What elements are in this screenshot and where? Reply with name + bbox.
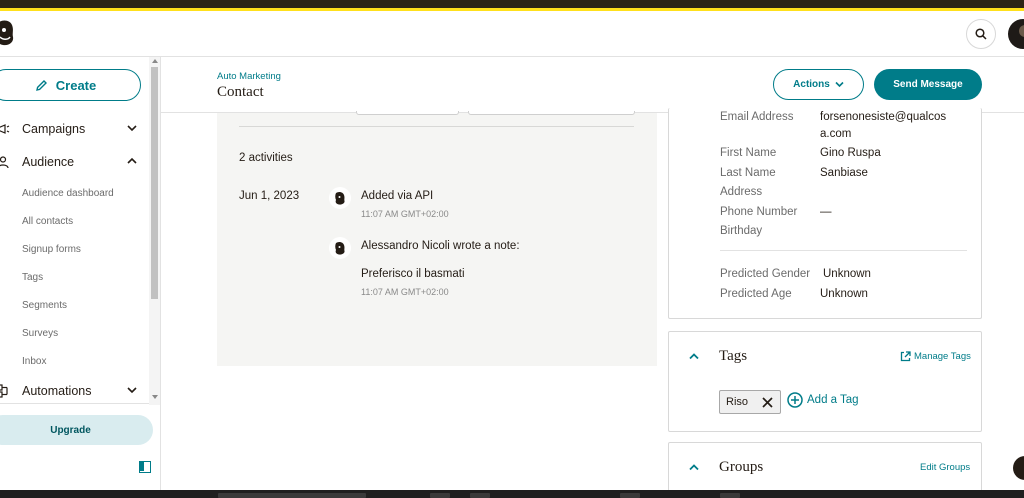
taskbar-app[interactable]: [720, 493, 740, 498]
collapse-sidebar-icon[interactable]: [139, 461, 151, 473]
sidebar-item-label: Audience: [22, 155, 75, 169]
field-label-first-name: First Name: [720, 147, 777, 159]
actions-label: Actions: [793, 79, 830, 90]
pencil-icon: [35, 79, 47, 91]
manage-tags-label: Manage Tags: [914, 351, 971, 362]
mailchimp-logo-icon[interactable]: [0, 19, 16, 47]
sidebar-item-automations[interactable]: Automations: [0, 380, 148, 402]
campaigns-icon: [0, 124, 10, 134]
browser-top-strip: [0, 0, 1024, 11]
upgrade-button[interactable]: Upgrade: [0, 415, 153, 445]
add-tag-button[interactable]: Add a Tag: [787, 392, 859, 408]
sidebar-subitem-tags[interactable]: Tags: [22, 272, 43, 283]
field-value-first-name: Gino Ruspa: [820, 147, 881, 159]
mailchimp-icon: [329, 187, 351, 209]
chevron-down-icon: [835, 81, 844, 88]
taskbar-app[interactable]: [430, 493, 450, 498]
activity-note: Preferisco il basmati: [361, 268, 465, 280]
activity-title: Added via API: [361, 190, 434, 202]
field-value-email-cont[interactable]: a.com: [820, 128, 851, 140]
groups-title: Groups: [719, 459, 764, 475]
plus-circle-icon: [787, 392, 803, 408]
profile-card: Email Address forsenonesiste@qualcos a.c…: [668, 108, 982, 319]
search-activity-field[interactable]: [468, 111, 635, 115]
sidebar-item-label: Automations: [22, 384, 92, 398]
send-message-button[interactable]: Send Message: [874, 69, 982, 100]
sidebar-subitem-all-contacts[interactable]: All contacts: [22, 216, 73, 227]
field-label-birthday: Birthday: [720, 225, 763, 237]
add-tag-label: Add a Tag: [807, 394, 859, 406]
field-label-address: Address: [720, 186, 763, 198]
activity-date: Jun 1, 2023: [239, 190, 300, 202]
sidebar-subitem-segments[interactable]: Segments: [22, 300, 67, 311]
activity-feed: 2 activities Jun 1, 2023 Added via API 1…: [217, 111, 657, 366]
create-label: Create: [55, 77, 97, 93]
chevron-up-icon[interactable]: [689, 463, 699, 471]
tags-title: Tags: [719, 348, 748, 364]
sidebar: Create Campaigns Audience Audience dashb…: [0, 57, 161, 490]
page-title: Contact: [217, 84, 264, 100]
field-value-predicted-age: Unknown: [820, 288, 868, 300]
sidebar-subitem-surveys[interactable]: Surveys: [22, 328, 58, 339]
sidebar-subitem-signup-forms[interactable]: Signup forms: [22, 244, 81, 255]
field-value-last-name: Sanbiase: [820, 167, 868, 179]
divider: [239, 126, 634, 127]
field-value-predicted-gender: Unknown: [823, 268, 871, 280]
create-button[interactable]: Create: [0, 69, 141, 101]
external-link-icon: [900, 351, 911, 362]
tag-chip: Riso: [719, 390, 781, 414]
mailchimp-icon: [329, 237, 351, 259]
os-taskbar: [0, 490, 1024, 498]
sidebar-scrollbar[interactable]: [149, 57, 160, 405]
help-button[interactable]: [1013, 456, 1024, 480]
activity-time: 11:07 AM GMT+02:00: [361, 209, 449, 219]
sidebar-subitem-inbox[interactable]: Inbox: [22, 356, 46, 367]
field-label-phone: Phone Number: [720, 206, 798, 218]
chevron-down-icon[interactable]: [127, 385, 137, 395]
search-icon: [975, 28, 987, 40]
field-label-predicted-gender: Predicted Gender: [720, 268, 811, 280]
field-label-last-name: Last Name: [720, 167, 776, 179]
actions-button[interactable]: Actions: [773, 69, 864, 100]
taskbar-app[interactable]: [218, 493, 366, 498]
search-button[interactable]: [966, 19, 996, 49]
sidebar-divider: [0, 403, 149, 404]
chevron-down-icon[interactable]: [127, 123, 137, 133]
automations-icon: [0, 384, 8, 398]
taskbar-app[interactable]: [620, 493, 640, 498]
sidebar-subitem-audience-dashboard[interactable]: Audience dashboard: [22, 188, 114, 199]
scroll-up-arrow-icon[interactable]: [152, 59, 158, 63]
taskbar-app[interactable]: [470, 493, 490, 498]
activity-time: 11:07 AM GMT+02:00: [361, 287, 449, 297]
top-bar: [0, 11, 1024, 57]
field-label-email: Email Address: [720, 111, 794, 123]
scrollbar-thumb[interactable]: [151, 67, 158, 299]
tag-label: Riso: [726, 396, 749, 408]
filter-dropdown[interactable]: [356, 111, 459, 115]
tags-card: Tags Manage Tags Riso Add a Tag: [668, 331, 982, 432]
activity-count: 2 activities: [239, 152, 293, 164]
chevron-up-icon[interactable]: [689, 352, 699, 360]
avatar[interactable]: [1008, 19, 1024, 49]
edit-groups-link[interactable]: Edit Groups: [920, 462, 970, 473]
activity-title: Alessandro Nicoli wrote a note:: [361, 240, 520, 252]
divider: [720, 250, 967, 251]
scroll-down-arrow-icon[interactable]: [152, 395, 158, 399]
close-icon[interactable]: [761, 396, 774, 409]
field-label-predicted-age: Predicted Age: [720, 288, 792, 300]
chevron-up-icon[interactable]: [127, 156, 137, 166]
field-value-email[interactable]: forsenonesiste@qualcos: [820, 111, 946, 123]
manage-tags-link[interactable]: Manage Tags: [900, 351, 971, 362]
field-value-phone: —: [820, 206, 832, 218]
sidebar-item-label: Campaigns: [22, 122, 86, 136]
content-header: Auto Marketing Contact Actions Send Mess…: [161, 57, 1024, 113]
sidebar-item-audience[interactable]: Audience: [0, 151, 148, 173]
sidebar-item-campaigns[interactable]: Campaigns: [0, 118, 148, 140]
breadcrumb[interactable]: Auto Marketing: [217, 71, 281, 82]
audience-icon: [0, 156, 9, 169]
